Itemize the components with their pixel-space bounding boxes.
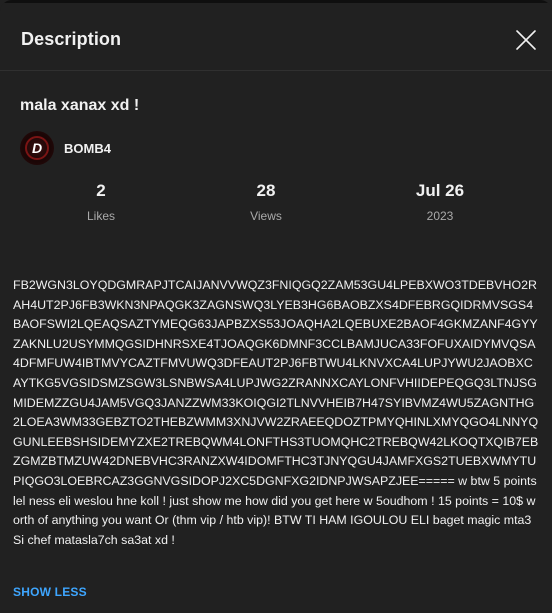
likes-label: Likes <box>86 209 115 223</box>
upload-date: Jul 26 <box>415 181 465 200</box>
close-button[interactable] <box>512 26 540 54</box>
avatar-letter: D <box>31 140 43 156</box>
close-icon <box>516 30 536 50</box>
stat-views: 28 Views <box>236 178 296 226</box>
views-label: Views <box>250 209 282 223</box>
stat-date: Jul 26 2023 <box>400 178 480 226</box>
description-text: FB2WGN3LOYQDGMRAPJTCAIJANVVWQZ3FNIQGQ2ZA… <box>13 278 539 547</box>
views-count: 28 <box>256 181 276 200</box>
upload-year: 2023 <box>426 209 454 223</box>
avatar[interactable]: D <box>20 131 54 165</box>
video-title: mala xanax xd ! <box>20 97 140 114</box>
panel-title: Description <box>21 29 122 49</box>
channel-name[interactable]: BOMB4 <box>64 141 111 156</box>
stats-row: 2 Likes 28 Views Jul 26 2023 <box>0 178 552 228</box>
description-panel: Description mala xanax xd ! D BOMB4 2 Li… <box>0 0 552 613</box>
channel-row[interactable]: D BOMB4 <box>20 131 111 165</box>
panel-header: Description <box>0 10 552 71</box>
stat-likes: 2 Likes <box>71 178 131 226</box>
show-less-button[interactable]: SHOW LESS <box>13 585 87 599</box>
top-strip <box>0 0 552 3</box>
likes-count: 2 <box>96 181 106 200</box>
